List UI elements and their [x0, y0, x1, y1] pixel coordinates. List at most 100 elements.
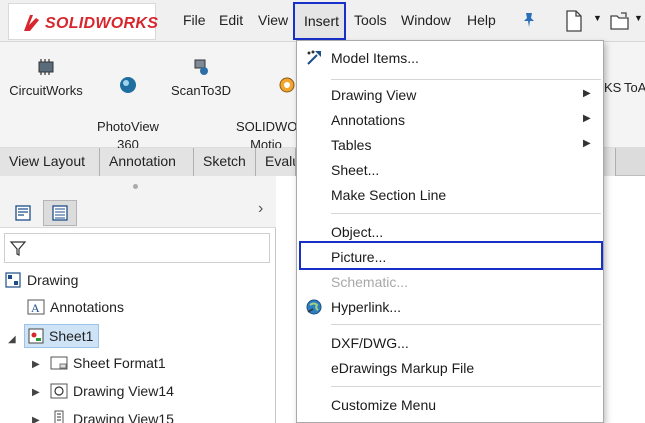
menu-item-label: eDrawings Markup File [331, 360, 475, 376]
model-items-icon [307, 50, 321, 65]
property-manager-tab[interactable] [43, 200, 77, 226]
insert-menu-dropdown: Model Items... Drawing View ▶ Annotation… [296, 40, 604, 423]
hyperlink-icon [306, 299, 322, 315]
menu-item-tables[interactable]: Tables ▶ [297, 133, 603, 157]
scanto3d-label: ScanTo3D [171, 83, 231, 98]
menu-item-annotations[interactable]: Annotations ▶ [297, 108, 603, 132]
feature-tree-icon [15, 205, 31, 221]
ribbon-button-ks[interactable]: KS [604, 79, 622, 97]
menu-divider [331, 386, 601, 387]
pin-icon[interactable] [521, 11, 537, 29]
title-menu-bar: SOLIDWORKS File Edit View Insert Tools W… [0, 0, 645, 42]
tree-item-label: Drawing View14 [73, 383, 174, 399]
menu-tools[interactable]: Tools [354, 12, 387, 28]
filter-icon [9, 241, 27, 256]
menu-item-label: Make Section Line [331, 187, 447, 203]
photoview-icon [120, 77, 136, 93]
open-folder-icon[interactable] [609, 10, 631, 32]
feature-tree-tab[interactable] [6, 200, 40, 226]
feature-manager-tabs: › [0, 196, 276, 228]
collapse-icon[interactable]: ◢ [8, 334, 16, 345]
tree-item-label: Drawing [27, 272, 79, 288]
scanto3d-icon [194, 59, 208, 75]
sheet-icon [28, 328, 44, 344]
pane-splitter[interactable] [0, 176, 276, 196]
menu-item-hyperlink[interactable]: Hyperlink... [297, 295, 603, 319]
menu-item-label: Drawing View [331, 87, 417, 103]
menu-divider [331, 79, 601, 80]
menu-item-customize-menu[interactable]: Customize Menu [297, 393, 603, 417]
tab-sketch-label: Sketch [203, 153, 246, 169]
ribbon-toa-label: ToA [624, 80, 645, 95]
submenu-arrow-icon: ▶ [583, 138, 591, 149]
expand-icon[interactable]: ▶ [32, 359, 40, 370]
circuitworks-icon [38, 59, 54, 75]
menu-item-model-items[interactable]: Model Items... [297, 46, 603, 70]
menu-item-label: Model Items... [331, 50, 419, 66]
submenu-arrow-icon: ▶ [583, 113, 591, 124]
brand-name: SOLIDWORKS [45, 15, 159, 32]
expand-icon[interactable]: ▶ [32, 387, 40, 398]
menu-item-schematic: Schematic... [297, 270, 603, 294]
menu-item-label: Sheet... [331, 162, 380, 178]
expand-icon[interactable]: ▶ [32, 415, 40, 423]
menu-item-label: Customize Menu [331, 397, 437, 413]
tab-annotation[interactable]: Annotation [100, 148, 194, 176]
svg-text:A: A [31, 301, 40, 315]
sheet-format-icon [50, 356, 68, 370]
open-dropdown-icon[interactable]: ▼ [634, 13, 643, 23]
new-document-icon[interactable] [565, 10, 583, 32]
new-dropdown-icon[interactable]: ▼ [593, 13, 602, 23]
tab-view-layout-label: View Layout [9, 153, 86, 169]
tab-view-layout[interactable]: View Layout [0, 148, 100, 176]
drawing-icon [5, 272, 21, 288]
drawing-view-icon [50, 383, 68, 399]
feature-manager-pane: › Drawing A Annotations ◢ Sheet1 ▶ Sheet… [0, 176, 276, 423]
submenu-arrow-icon: ▶ [583, 88, 591, 99]
menu-divider [331, 213, 601, 214]
menu-insert-label: Insert [304, 13, 340, 29]
property-manager-icon [52, 205, 68, 221]
tree-item-label: Drawing View15 [73, 411, 174, 423]
motion-icon [279, 77, 295, 93]
splitter-grip-icon [133, 184, 138, 189]
picture-highlight-box [299, 241, 603, 270]
menu-insert[interactable]: Insert [293, 2, 346, 40]
menu-help[interactable]: Help [467, 12, 496, 28]
motion-button[interactable]: SOLIDWO Motio [236, 56, 296, 154]
menu-item-label: Schematic... [331, 274, 409, 290]
photoview-button[interactable]: PhotoView 360 [92, 56, 164, 154]
menu-item-label: Object... [331, 224, 384, 240]
drawing-view-icon [54, 410, 64, 423]
annotations-icon: A [27, 299, 45, 315]
menu-item-dxf-dwg[interactable]: DXF/DWG... [297, 331, 603, 355]
scanto3d-button[interactable]: ScanTo3D [168, 56, 234, 100]
menu-file[interactable]: File [183, 12, 206, 28]
ribbon-ks-label: KS [604, 80, 622, 95]
tree-item-label: Sheet Format1 [73, 355, 166, 371]
menu-item-drawing-view[interactable]: Drawing View ▶ [297, 83, 603, 107]
ds-logo-icon [24, 15, 39, 31]
menu-edit[interactable]: Edit [219, 12, 243, 28]
solidworks-logo[interactable]: SOLIDWORKS [8, 3, 159, 40]
menu-item-edrawings-markup[interactable]: eDrawings Markup File [297, 356, 603, 380]
tree-item-label: Annotations [50, 299, 124, 315]
menu-view[interactable]: View [258, 12, 288, 28]
menu-item-sheet[interactable]: Sheet... [297, 158, 603, 182]
tree-filter-input[interactable] [4, 233, 270, 263]
tree-item-sheet1[interactable]: Sheet1 [24, 324, 99, 348]
menu-item-make-section-line[interactable]: Make Section Line [297, 183, 603, 207]
menu-window[interactable]: Window [401, 12, 451, 28]
ribbon-button-toa[interactable]: ToA [624, 79, 645, 97]
menu-item-label: Hyperlink... [331, 299, 402, 315]
menu-item-label: Tables [331, 137, 372, 153]
tab-evaluate-label: Evalu [265, 153, 295, 169]
chevron-right-icon[interactable]: › [258, 200, 263, 218]
tab-evaluate[interactable]: Evalu [256, 148, 296, 176]
circuitworks-button[interactable]: CircuitWorks [6, 56, 86, 100]
tab-annotation-label: Annotation [109, 153, 176, 169]
menu-item-label: Annotations [331, 112, 405, 128]
menu-divider [331, 324, 601, 325]
tab-sketch[interactable]: Sketch [194, 148, 256, 176]
circuitworks-label: CircuitWorks [9, 83, 83, 98]
